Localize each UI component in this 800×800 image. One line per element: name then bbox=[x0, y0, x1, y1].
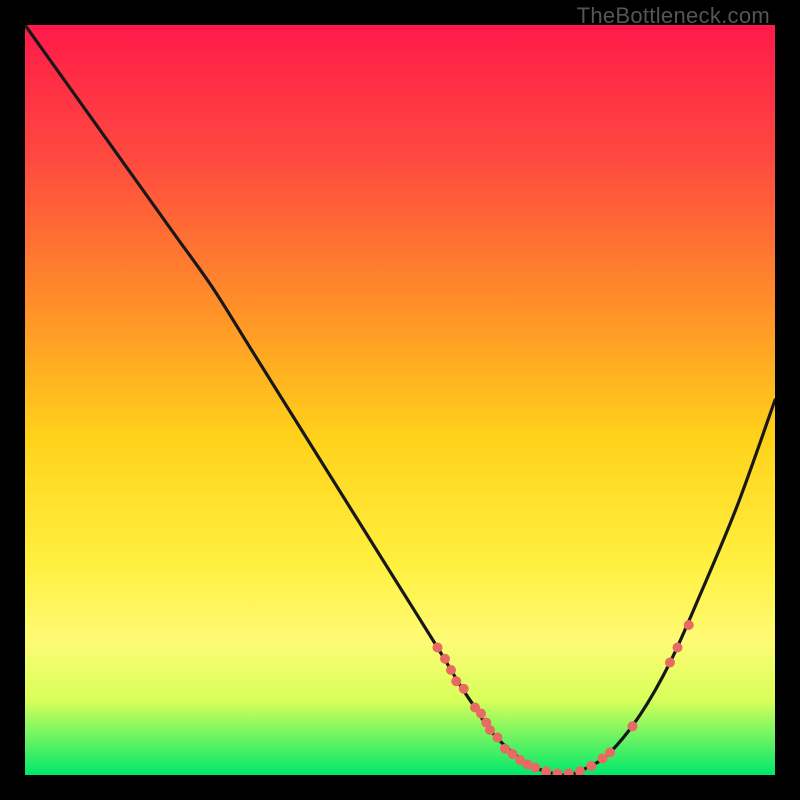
data-marker bbox=[476, 709, 486, 719]
chart-frame bbox=[25, 25, 775, 775]
data-marker bbox=[575, 766, 585, 775]
markers-group bbox=[433, 620, 694, 775]
data-marker bbox=[605, 748, 615, 758]
data-marker bbox=[564, 769, 574, 776]
data-marker bbox=[553, 769, 563, 776]
data-marker bbox=[665, 658, 675, 668]
data-marker bbox=[530, 763, 540, 773]
data-marker bbox=[673, 643, 683, 653]
data-marker bbox=[493, 733, 503, 743]
data-marker bbox=[440, 654, 450, 664]
data-marker bbox=[628, 721, 638, 731]
data-marker bbox=[586, 761, 596, 771]
data-marker bbox=[485, 725, 495, 735]
chart-svg bbox=[25, 25, 775, 775]
data-marker bbox=[446, 665, 456, 675]
data-marker bbox=[459, 684, 469, 694]
data-marker bbox=[684, 620, 694, 630]
data-marker bbox=[541, 766, 551, 775]
bottleneck-curve bbox=[25, 25, 775, 775]
data-marker bbox=[433, 643, 443, 653]
watermark-text: TheBottleneck.com bbox=[577, 3, 770, 29]
data-marker bbox=[451, 676, 461, 686]
